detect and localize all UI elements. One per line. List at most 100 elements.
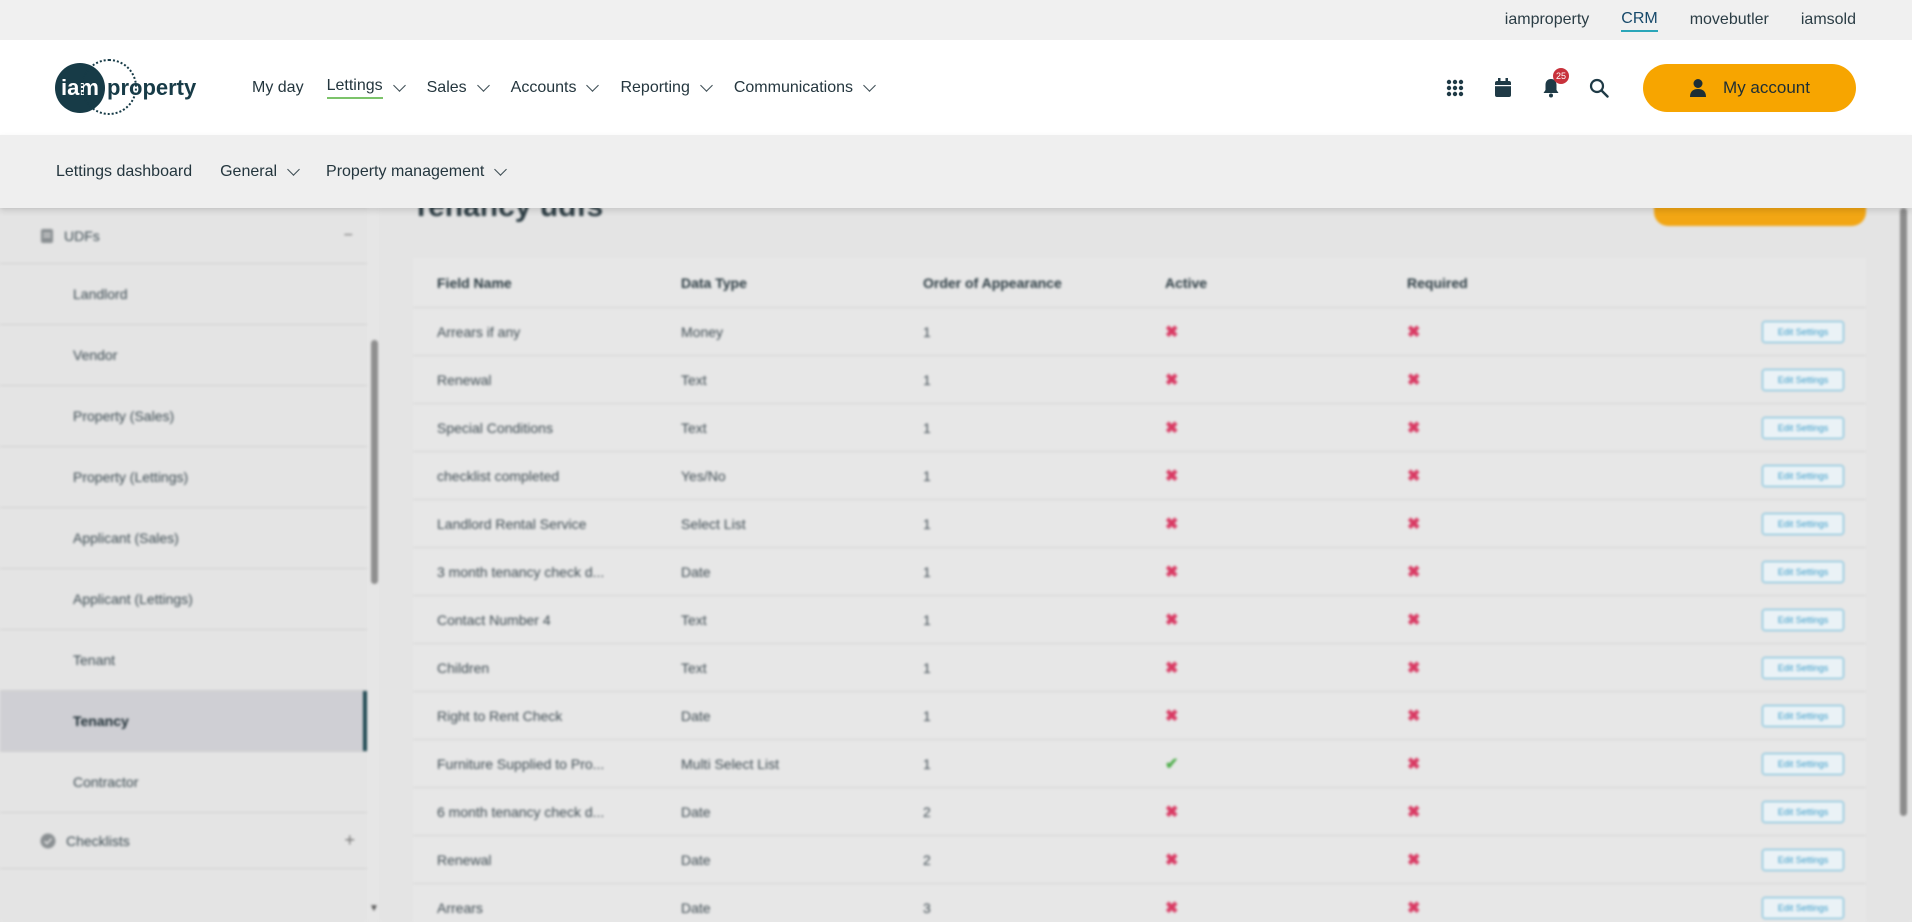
sidebar-item-tenant[interactable]: Tenant: [0, 630, 367, 691]
column-header-required: Required: [1407, 274, 1468, 291]
cross-icon: ✖: [1407, 659, 1421, 677]
edit-settings-button[interactable]: Edit Settings: [1762, 464, 1844, 487]
edit-settings-button[interactable]: Edit Settings: [1762, 656, 1844, 679]
site-link-crm[interactable]: CRM: [1621, 9, 1658, 32]
grid-icon[interactable]: [1443, 76, 1467, 100]
cell-data-type: Text: [681, 371, 707, 388]
nav-item-lettings[interactable]: Lettings: [326, 77, 406, 99]
site-link-iamproperty[interactable]: iamproperty: [1505, 10, 1589, 30]
table-row[interactable]: Landlord Rental Service Select List 1 ✖ ✖ Edi…: [413, 500, 1866, 548]
user-icon: [1690, 79, 1707, 97]
search-icon[interactable]: [1587, 76, 1611, 100]
udf-table: Field Name Data Type Order of Appearance Ac…: [413, 258, 1866, 922]
nav-item-accounts[interactable]: Accounts: [510, 78, 600, 97]
sidebar-item-tenancy[interactable]: Tenancy: [0, 691, 367, 752]
subnav-item-lettings-dashboard[interactable]: Lettings dashboard: [56, 163, 192, 181]
sidebar-item-label: Vendor: [73, 347, 118, 363]
table-row[interactable]: checklist completed Yes/No 1 ✖ ✖ Edit Setting…: [413, 452, 1866, 500]
cell-order-of-appearance: 1: [923, 707, 931, 724]
calendar-icon[interactable]: [1491, 76, 1515, 100]
cell-order-of-appearance: 1: [923, 323, 931, 340]
notification-count-badge: 25: [1553, 67, 1569, 84]
nav-item-label: Accounts: [510, 78, 577, 96]
edit-settings-button[interactable]: Edit Settings: [1762, 608, 1844, 631]
cross-icon: ✖: [1407, 467, 1421, 485]
nav-item-my-day[interactable]: My day: [252, 79, 304, 97]
cell-order-of-appearance: 1: [923, 419, 931, 436]
nav-item-reporting[interactable]: Reporting: [620, 79, 713, 97]
cell-order-of-appearance: 2: [923, 851, 931, 868]
logo-wordmark: property: [107, 75, 197, 100]
table-row[interactable]: 6 month tenancy check d... Date 2 ✖ ✖ Edit Se…: [413, 788, 1866, 836]
sidebar-item-label: Property (Lettings): [73, 469, 189, 485]
sidebar-item-label: Property (Sales): [73, 408, 175, 424]
sidebar-item-property-lettings[interactable]: Property (Lettings): [0, 447, 367, 508]
cell-data-type: Multi Select List: [681, 755, 780, 772]
edit-settings-button[interactable]: Edit Settings: [1762, 368, 1844, 391]
chevron-down-icon: [392, 78, 406, 92]
site-link-movebutler[interactable]: movebutler: [1690, 10, 1769, 30]
expand-toggle-icon[interactable]: +: [344, 830, 355, 851]
edit-settings-button[interactable]: Edit Settings: [1762, 896, 1844, 919]
edit-settings-button[interactable]: Edit Settings: [1762, 752, 1844, 775]
site-switcher-bar: iamproperty CRM movebutler iamsold: [0, 0, 1912, 40]
table-row[interactable]: Contact Number 4 Text 1 ✖ ✖ Edit Settings: [413, 596, 1866, 644]
cell-field-name: Arrears: [437, 899, 483, 916]
table-row[interactable]: Children Text 1 ✖ ✖ Edit Settings: [413, 644, 1866, 692]
edit-settings-button[interactable]: Edit Settings: [1762, 512, 1844, 535]
table-row[interactable]: Arrears Date 3 ✖ ✖ Edit Settings: [413, 884, 1866, 922]
table-row[interactable]: Furniture Supplied to Pro... Multi Select…: [413, 740, 1866, 788]
document-icon: [41, 228, 53, 243]
subnav-item-property-management[interactable]: Property management: [326, 163, 508, 181]
cross-icon: ✖: [1165, 563, 1179, 581]
table-row[interactable]: Arrears if any Money 1 ✖ ✖ Edit Settings: [413, 308, 1866, 356]
cell-data-type: Money: [681, 323, 724, 340]
nav-item-label: Sales: [426, 78, 467, 96]
my-account-button[interactable]: My account: [1643, 64, 1856, 112]
bell-icon[interactable]: 25: [1539, 67, 1569, 100]
edit-settings-button[interactable]: Edit Settings: [1762, 560, 1844, 583]
nav-item-communications[interactable]: Communications: [734, 79, 876, 97]
edit-settings-button[interactable]: Edit Settings: [1762, 800, 1844, 823]
sidebar-item-label: Tenancy: [73, 713, 129, 729]
edit-settings-button[interactable]: Edit Settings: [1762, 320, 1844, 343]
table-row[interactable]: Right to Rent Check Date 1 ✖ ✖ Edit Settings: [413, 692, 1866, 740]
edit-settings-button[interactable]: Edit Settings: [1762, 704, 1844, 727]
table-row[interactable]: Special Conditions Text 1 ✖ ✖ Edit Settings: [413, 404, 1866, 452]
sidebar-group-udfs[interactable]: UDFs −: [0, 208, 367, 264]
sidebar-group-checklists[interactable]: Checklists +: [0, 813, 367, 869]
edit-settings-button[interactable]: Edit Settings: [1762, 416, 1844, 439]
sidebar-item-landlord[interactable]: Landlord: [0, 264, 367, 325]
cross-icon: ✖: [1407, 611, 1421, 629]
cross-icon: ✖: [1165, 467, 1179, 485]
sidebar-item-label: Applicant (Sales): [73, 530, 179, 546]
cross-icon: ✖: [1407, 803, 1421, 821]
cross-icon: ✖: [1165, 899, 1179, 917]
sidebar-item-applicant-lettings[interactable]: Applicant (Lettings): [0, 569, 367, 630]
table-row[interactable]: Renewal Text 1 ✖ ✖ Edit Settings: [413, 356, 1866, 404]
cell-data-type: Text: [681, 611, 707, 628]
sidebar-item-applicant-sales[interactable]: Applicant (Sales): [0, 508, 367, 569]
cell-field-name: Children: [437, 659, 490, 676]
iamproperty-logo[interactable]: iam property: [55, 59, 197, 115]
nav-item-sales[interactable]: Sales: [426, 78, 490, 97]
cell-field-name: Landlord Rental Service: [437, 515, 587, 532]
sidebar-item-contractor[interactable]: Contractor: [0, 752, 367, 813]
table-row[interactable]: Renewal Date 2 ✖ ✖ Edit Settings: [413, 836, 1866, 884]
sidebar-item-vendor[interactable]: Vendor: [0, 325, 367, 386]
site-link-iamsold[interactable]: iamsold: [1801, 10, 1856, 30]
lettings-sub-navigation: Lettings dashboard General Property manage…: [0, 135, 1912, 208]
edit-settings-button[interactable]: Edit Settings: [1762, 848, 1844, 871]
table-header-row: Field Name Data Type Order of Appearance Ac…: [413, 258, 1866, 308]
table-row[interactable]: 3 month tenancy check d... Date 1 ✖ ✖ Edit Se…: [413, 548, 1866, 596]
nav-item-label: Lettings: [326, 77, 383, 99]
cell-field-name: Special Conditions: [437, 419, 553, 436]
cell-order-of-appearance: 1: [923, 755, 931, 772]
collapse-toggle-icon[interactable]: −: [344, 227, 353, 245]
cross-icon: ✖: [1407, 515, 1421, 533]
sidebar-item-property-sales[interactable]: Property (Sales): [0, 386, 367, 447]
scroll-down-arrow-icon[interactable]: ▼: [369, 903, 379, 914]
page-scrollbar[interactable]: [1900, 208, 1907, 816]
subnav-item-general[interactable]: General: [220, 163, 300, 181]
sidebar-scrollbar[interactable]: [371, 340, 378, 584]
